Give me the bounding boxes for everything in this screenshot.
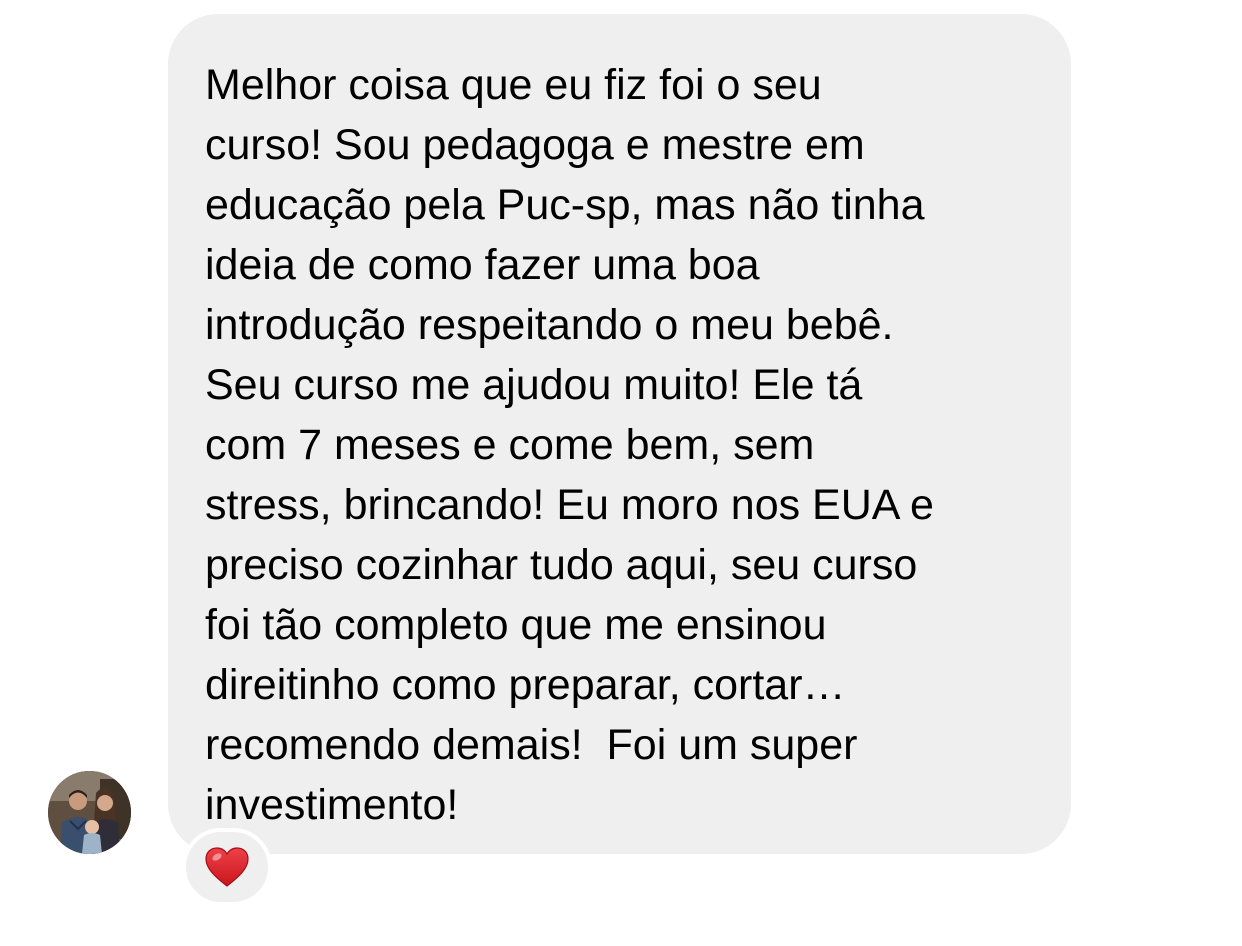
reaction-badge[interactable] (182, 828, 272, 906)
avatar-photo-icon (48, 771, 131, 854)
heart-icon (205, 847, 249, 887)
message-bubble[interactable]: Melhor coisa que eu fiz foi o seu curso!… (168, 14, 1071, 854)
message-text: Melhor coisa que eu fiz foi o seu curso!… (205, 61, 934, 829)
chat-thread: Melhor coisa que eu fiz foi o seu curso!… (0, 0, 1242, 946)
sender-avatar[interactable] (48, 771, 131, 854)
